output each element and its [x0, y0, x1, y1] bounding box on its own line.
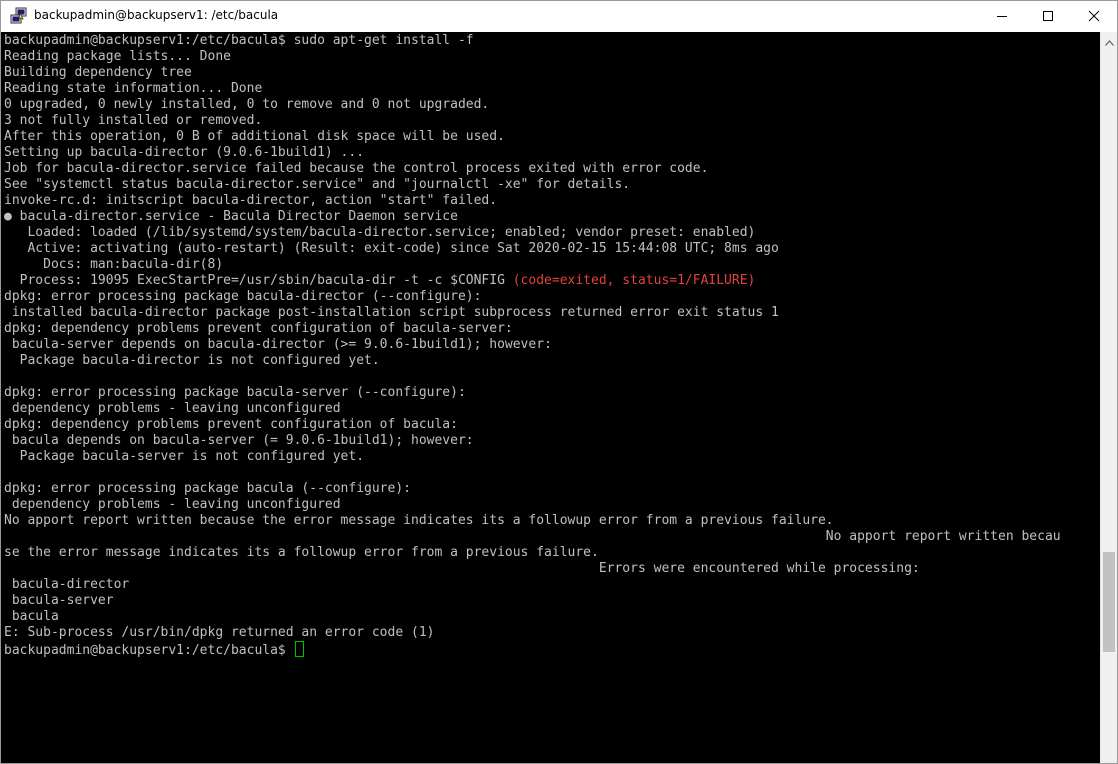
terminal-line: bacula-server: [4, 593, 1061, 609]
terminal-line: dependency problems - leaving unconfigur…: [4, 401, 1061, 417]
terminal-line-text: dpkg: dependency problems prevent config…: [4, 321, 513, 336]
terminal-line: E: Sub-process /usr/bin/dpkg returned an…: [4, 625, 1061, 641]
terminal-line: bacula-director: [4, 577, 1061, 593]
error-status-text: (code=exited, status=1/FAILURE): [512, 273, 756, 288]
terminal-line-text: Reading state information... Done: [4, 81, 263, 96]
terminal-line-text: After this operation, 0 B of additional …: [4, 129, 505, 144]
terminal-line: After this operation, 0 B of additional …: [4, 129, 1061, 145]
terminal-line: bacula: [4, 609, 1061, 625]
terminal-line: 3 not fully installed or removed.: [4, 113, 1061, 129]
terminal-line: No apport report written becau: [4, 529, 1061, 545]
terminal-line: ● bacula-director.service - Bacula Direc…: [4, 209, 1061, 225]
terminal-line-text: bacula-director: [4, 577, 130, 592]
terminal-line: Package bacula-director is not configure…: [4, 353, 1061, 369]
terminal-line: Docs: man:bacula-dir(8): [4, 257, 1061, 273]
terminal-line-text: 3 not fully installed or removed.: [4, 113, 263, 128]
terminal-line: Loaded: loaded (/lib/systemd/system/bacu…: [4, 225, 1061, 241]
terminal-line-text: Docs: man:bacula-dir(8): [4, 257, 224, 272]
terminal-line-text: Package bacula-director is not configure…: [4, 353, 380, 368]
terminal-line-text: dependency problems - leaving unconfigur…: [4, 401, 341, 416]
putty-icon[interactable]: [10, 7, 28, 25]
terminal-line: se the error message indicates its a fol…: [4, 545, 1061, 561]
close-icon: [1088, 7, 1100, 26]
maximize-icon: [1042, 7, 1054, 26]
terminal-line-text: No apport report written becau: [4, 529, 1061, 544]
terminal-line-text: se the error message indicates its a fol…: [4, 545, 599, 560]
terminal-line: dependency problems - leaving unconfigur…: [4, 497, 1061, 513]
minimize-button[interactable]: [979, 1, 1025, 32]
terminal-line: See "systemctl status bacula-director.se…: [4, 177, 1061, 193]
terminal-line: dpkg: error processing package bacula-di…: [4, 289, 1061, 305]
terminal-line: installed bacula-director package post-i…: [4, 305, 1061, 321]
terminal-line: Errors were encountered while processing…: [4, 561, 1061, 577]
terminal-line: Reading state information... Done: [4, 81, 1061, 97]
terminal-line-text: Process: 19095 ExecStartPre=/usr/sbin/ba…: [4, 273, 513, 288]
terminal-window: backupadmin@backupserv1: /etc/bacula bac…: [0, 0, 1118, 764]
terminal-line-text: dpkg: error processing package bacula-se…: [4, 385, 466, 400]
terminal-line: backupadmin@backupserv1:/etc/bacula$: [4, 641, 1061, 658]
terminal-line-text: dpkg: error processing package bacula (-…: [4, 481, 411, 496]
terminal-line: invoke-rc.d: initscript bacula-director,…: [4, 193, 1061, 209]
terminal-line: dpkg: dependency problems prevent config…: [4, 321, 1061, 337]
terminal-line-text: No apport report written because the err…: [4, 513, 834, 528]
terminal-line: Process: 19095 ExecStartPre=/usr/sbin/ba…: [4, 273, 1061, 289]
terminal-line: Active: activating (auto-restart) (Resul…: [4, 241, 1061, 257]
terminal-line-text: invoke-rc.d: initscript bacula-director,…: [4, 193, 498, 208]
terminal-line-text: dependency problems - leaving unconfigur…: [4, 497, 341, 512]
terminal-line-text: Loaded: loaded (/lib/systemd/system/bacu…: [4, 225, 756, 240]
scrollbar-track[interactable]: [1101, 49, 1117, 763]
terminal-line: No apport report written because the err…: [4, 513, 1061, 529]
terminal-line-text: dpkg: dependency problems prevent config…: [4, 417, 458, 432]
terminal-line-text: 0 upgraded, 0 newly installed, 0 to remo…: [4, 97, 490, 112]
scrollbar-thumb[interactable]: [1103, 552, 1115, 652]
terminal-line-text: installed bacula-director package post-i…: [4, 305, 779, 320]
window-title: backupadmin@backupserv1: /etc/bacula: [34, 8, 279, 22]
terminal-line-text: Package bacula-server is not configured …: [4, 449, 365, 464]
title-bar[interactable]: backupadmin@backupserv1: /etc/bacula: [1, 1, 1117, 32]
terminal-line-text: backupadmin@backupserv1:/etc/bacula$ sud…: [4, 33, 474, 48]
terminal-output[interactable]: backupadmin@backupserv1:/etc/bacula$ sud…: [1, 32, 1100, 763]
terminal-line-text: Setting up bacula-director (9.0.6-1build…: [4, 145, 365, 160]
terminal-line-text: dpkg: error processing package bacula-di…: [4, 289, 482, 304]
terminal-line-text: E: Sub-process /usr/bin/dpkg returned an…: [4, 625, 435, 640]
terminal-line-text: ● bacula-director.service - Bacula Direc…: [4, 209, 458, 224]
terminal-line: Building dependency tree: [4, 65, 1061, 81]
terminal-line-text: Errors were encountered while processing…: [4, 561, 920, 576]
minimize-icon: [996, 7, 1008, 26]
terminal-line-text: bacula-server depends on bacula-director…: [4, 337, 552, 352]
terminal-text: backupadmin@backupserv1:/etc/bacula$ sud…: [4, 33, 1061, 658]
terminal-line-text: bacula: [4, 609, 59, 624]
terminal-line: backupadmin@backupserv1:/etc/bacula$ sud…: [4, 33, 1061, 49]
vertical-scrollbar[interactable]: [1100, 32, 1117, 763]
maximize-button[interactable]: [1025, 1, 1071, 32]
terminal-line: Setting up bacula-director (9.0.6-1build…: [4, 145, 1061, 161]
terminal-line-text: backupadmin@backupserv1:/etc/bacula$: [4, 643, 294, 658]
terminal-line-text: Job for bacula-director.service failed b…: [4, 161, 709, 176]
terminal-line: bacula-server depends on bacula-director…: [4, 337, 1061, 353]
terminal-line: dpkg: error processing package bacula (-…: [4, 481, 1061, 497]
terminal-line-text: Building dependency tree: [4, 65, 192, 80]
terminal-line: Package bacula-server is not configured …: [4, 449, 1061, 465]
terminal-line: dpkg: dependency problems prevent config…: [4, 417, 1061, 433]
terminal-line: Job for bacula-director.service failed b…: [4, 161, 1061, 177]
terminal-line-text: bacula-server: [4, 593, 114, 608]
terminal-line-text: bacula depends on bacula-server (= 9.0.6…: [4, 433, 474, 448]
terminal-line-text: See "systemctl status bacula-director.se…: [4, 177, 631, 192]
terminal-line-text: Active: activating (auto-restart) (Resul…: [4, 241, 779, 256]
terminal-line: dpkg: error processing package bacula-se…: [4, 385, 1061, 401]
terminal-line-text: Reading package lists... Done: [4, 49, 231, 64]
terminal-line: bacula depends on bacula-server (= 9.0.6…: [4, 433, 1061, 449]
terminal-line: 0 upgraded, 0 newly installed, 0 to remo…: [4, 97, 1061, 113]
scroll-up-arrow-icon: [1105, 31, 1114, 50]
text-cursor: [294, 641, 304, 657]
close-button[interactable]: [1071, 1, 1117, 32]
terminal-line: Reading package lists... Done: [4, 49, 1061, 65]
scroll-up-button[interactable]: [1101, 32, 1118, 49]
